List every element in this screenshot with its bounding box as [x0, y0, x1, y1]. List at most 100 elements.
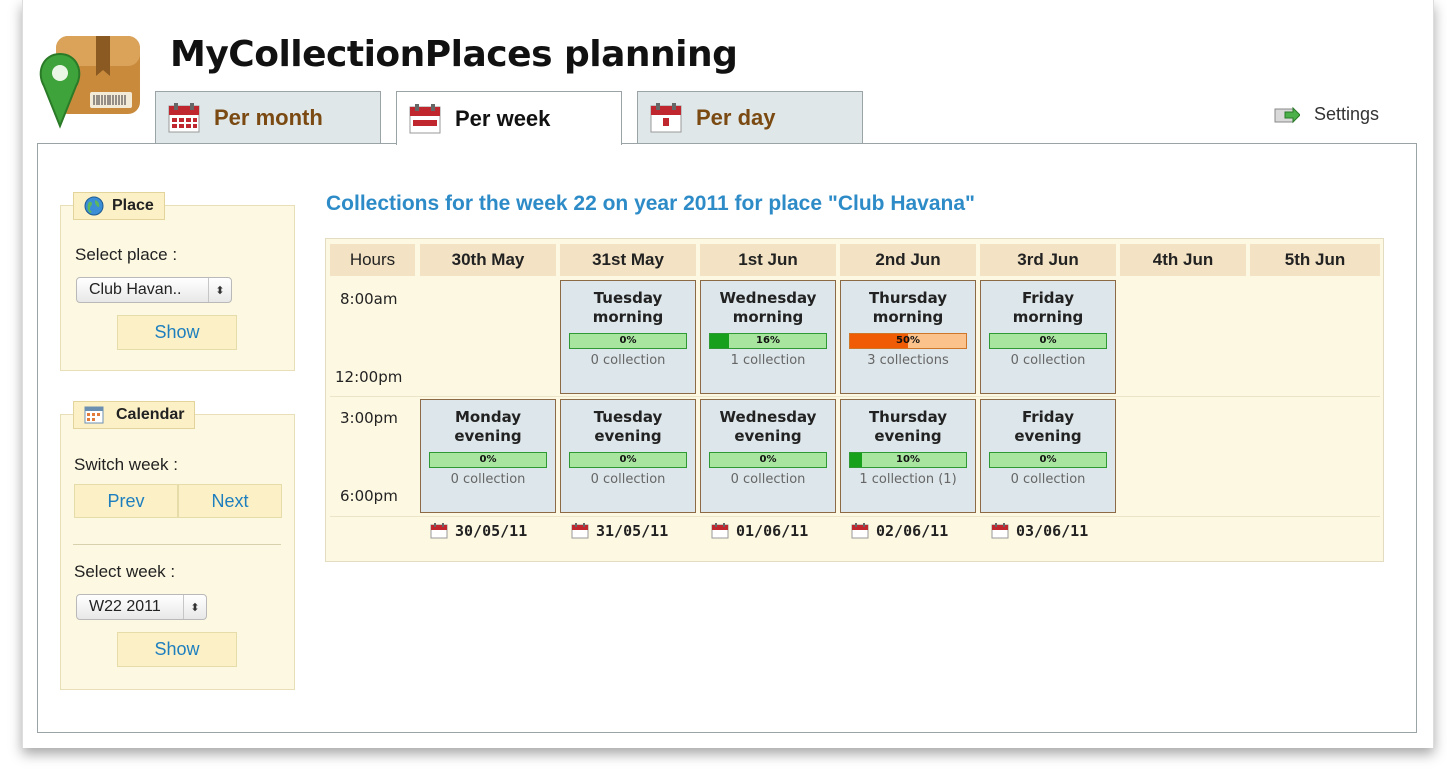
- slot-card[interactable]: Friday morning 0% 0 collection: [980, 280, 1116, 394]
- place-show-button[interactable]: Show: [117, 315, 237, 350]
- progress-label: 0%: [759, 454, 777, 465]
- date-label: 01/06/11: [736, 522, 809, 540]
- slot-period: morning: [872, 308, 944, 326]
- progress-bar: 0%: [429, 452, 547, 468]
- progress-bar: 0%: [989, 452, 1107, 468]
- slot-period: morning: [592, 308, 664, 326]
- progress-label: 50%: [896, 335, 920, 346]
- time-label: 6:00pm: [340, 487, 398, 505]
- updown-arrows-icon: ⬍: [208, 278, 231, 302]
- calendar-icon: [711, 523, 729, 539]
- settings-arrow-icon: [1274, 106, 1300, 123]
- slot-day: Tuesday: [593, 408, 663, 426]
- settings-link[interactable]: Settings: [1274, 104, 1379, 125]
- app-logo: [39, 36, 140, 129]
- tab-per-day[interactable]: Per day: [637, 91, 863, 143]
- slot-period: evening: [734, 427, 802, 445]
- place-select[interactable]: Club Havan.. ⬍: [76, 277, 232, 303]
- date-label: 30/05/11: [455, 522, 528, 540]
- next-week-button[interactable]: Next: [178, 484, 282, 518]
- date-link[interactable]: 31/05/11: [571, 522, 668, 540]
- week-show-button[interactable]: Show: [117, 632, 237, 667]
- week-select[interactable]: W22 2011 ⬍: [76, 594, 207, 620]
- slot-count: 0 collection: [450, 472, 526, 487]
- calendar-legend: Calendar: [73, 401, 196, 429]
- panel-divider: [73, 544, 281, 545]
- slot-day: Wednesday: [719, 408, 817, 426]
- calendar-icon: [851, 523, 869, 539]
- slot-card[interactable]: Tuesday morning 0% 0 collection: [560, 280, 696, 394]
- slot-card[interactable]: Thursday evening 10% 1 collection (1): [840, 399, 976, 513]
- date-label: 03/06/11: [1016, 522, 1089, 540]
- slot-card[interactable]: Wednesday morning 16% 1 collection: [700, 280, 836, 394]
- slot-count: 0 collection: [1010, 472, 1086, 487]
- progress-label: 0%: [479, 454, 497, 465]
- day-header: 2nd Jun: [840, 244, 976, 276]
- slot-count: 0 collection: [1010, 353, 1086, 368]
- progress-label: 0%: [1039, 335, 1057, 346]
- slot-day: Tuesday: [593, 289, 663, 307]
- progress-bar: 10%: [849, 452, 967, 468]
- slot-card[interactable]: Thursday morning 50% 3 collections: [840, 280, 976, 394]
- slot-day: Wednesday: [719, 289, 817, 307]
- progress-label: 10%: [896, 454, 920, 465]
- slot-count: 0 collection: [590, 472, 666, 487]
- date-link[interactable]: 01/06/11: [711, 522, 808, 540]
- row-divider: [330, 516, 1380, 517]
- globe-icon: [84, 196, 104, 216]
- updown-arrows-icon: ⬍: [183, 595, 206, 619]
- slot-count: 1 collection (1): [859, 472, 957, 487]
- place-select-value: Club Havan..: [89, 281, 182, 298]
- settings-label: Settings: [1314, 104, 1380, 124]
- slot-day: Thursday: [868, 289, 948, 307]
- calendar-icon: [991, 523, 1009, 539]
- calendar-day-icon: [650, 102, 682, 132]
- tab-per-month[interactable]: Per month: [155, 91, 381, 143]
- slot-day: Monday: [454, 408, 522, 426]
- slot-count: 1 collection: [730, 353, 806, 368]
- day-header: 4th Jun: [1120, 244, 1246, 276]
- app-title: MyCollectionPlaces planning: [170, 34, 738, 75]
- progress-bar: 0%: [569, 333, 687, 349]
- slot-period: evening: [1014, 427, 1082, 445]
- slot-day: Thursday: [868, 408, 948, 426]
- slot-card[interactable]: Tuesday evening 0% 0 collection: [560, 399, 696, 513]
- slot-period: morning: [732, 308, 804, 326]
- tab-label: Per month: [214, 104, 323, 130]
- slot-period: morning: [1012, 308, 1084, 326]
- slot-count: 0 collection: [730, 472, 806, 487]
- row-divider: [330, 396, 1380, 397]
- date-link[interactable]: 03/06/11: [991, 522, 1088, 540]
- progress-bar: 0%: [569, 452, 687, 468]
- calendar-week-icon: [409, 103, 441, 133]
- slot-count: 3 collections: [867, 353, 949, 368]
- calendar-legend-label: Calendar: [116, 406, 185, 423]
- progress-bar: 50%: [849, 333, 967, 349]
- slot-card[interactable]: Wednesday evening 0% 0 collection: [700, 399, 836, 513]
- select-week-label: Select week :: [74, 562, 176, 581]
- switch-week-label: Switch week :: [74, 455, 178, 474]
- day-header: 30th May: [420, 244, 556, 276]
- slot-count: 0 collection: [590, 353, 666, 368]
- place-legend-label: Place: [112, 197, 154, 214]
- slot-card[interactable]: Friday evening 0% 0 collection: [980, 399, 1116, 513]
- place-legend: Place: [73, 192, 165, 220]
- slot-card[interactable]: Monday evening 0% 0 collection: [420, 399, 556, 513]
- progress-label: 16%: [756, 335, 780, 346]
- tab-label: Per week: [455, 105, 551, 131]
- day-header: 1st Jun: [700, 244, 836, 276]
- date-link[interactable]: 02/06/11: [851, 522, 948, 540]
- calendar-month-icon: [168, 102, 200, 132]
- select-place-label: Select place :: [75, 245, 178, 264]
- date-label: 31/05/11: [596, 522, 669, 540]
- date-link[interactable]: 30/05/11: [430, 522, 527, 540]
- time-label: 3:00pm: [340, 409, 398, 427]
- prev-week-button[interactable]: Prev: [74, 484, 178, 518]
- time-label: 8:00am: [340, 290, 398, 308]
- day-header: 31st May: [560, 244, 696, 276]
- week-title: Collections for the week 22 on year 2011…: [326, 192, 975, 215]
- progress-label: 0%: [619, 454, 637, 465]
- calendar-icon: [571, 523, 589, 539]
- tab-per-week[interactable]: Per week: [396, 91, 622, 145]
- progress-bar: 0%: [709, 452, 827, 468]
